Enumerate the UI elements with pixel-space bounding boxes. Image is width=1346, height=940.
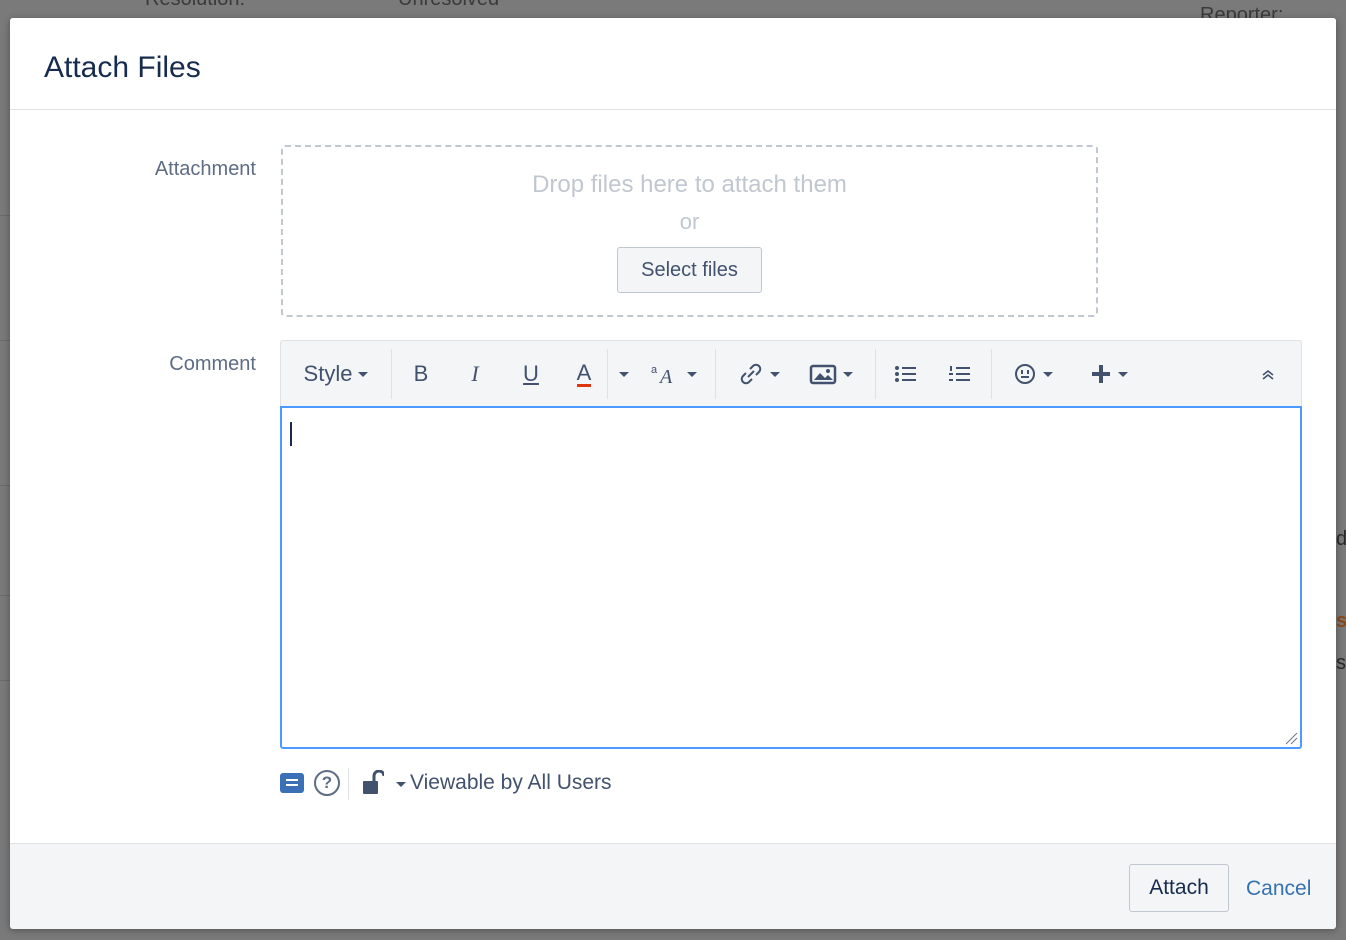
dialog-footer: Attach Cancel (10, 843, 1336, 929)
insert-more-dropdown[interactable] (1081, 353, 1137, 395)
text-color-dropdown[interactable] (609, 353, 633, 395)
toolbar-divider (607, 349, 608, 399)
attach-button[interactable]: Attach (1129, 864, 1229, 912)
visibility-label[interactable]: Viewable by All Users (410, 771, 612, 795)
insert-more-icon (1092, 365, 1110, 383)
chevron-down-icon (687, 371, 697, 377)
text-color-icon: A (576, 359, 592, 387)
chevron-down-icon (1043, 371, 1053, 377)
attachment-label: Attachment (154, 158, 256, 180)
underline-icon: U (523, 361, 539, 386)
chevron-down-icon[interactable] (396, 782, 406, 787)
footer-divider (348, 768, 349, 800)
underline-button[interactable]: U (515, 353, 547, 395)
svg-text:a: a (651, 364, 658, 376)
file-dropzone[interactable]: Drop files here to attach them or Select… (281, 145, 1098, 317)
wiki-markup-icon[interactable] (280, 773, 304, 793)
toolbar-divider (991, 349, 992, 399)
toolbar-divider (391, 349, 392, 399)
bullet-list-button[interactable] (889, 353, 923, 395)
background-text-fragment: s (1336, 652, 1346, 674)
image-icon (809, 364, 837, 385)
emoticon-icon (1015, 364, 1035, 384)
comment-label: Comment (169, 353, 256, 375)
or-text: or (679, 209, 700, 234)
collapse-icon (1262, 369, 1274, 380)
background-divider (0, 680, 10, 681)
unlock-icon[interactable] (362, 770, 384, 796)
comment-editor: Style B I U A a A (280, 340, 1302, 750)
background-divider (0, 215, 10, 216)
bold-icon: B (413, 361, 429, 386)
text-effects-icon: a A (651, 364, 673, 386)
image-dropdown[interactable] (801, 353, 861, 395)
bullet-list-icon (895, 366, 916, 382)
toolbar-divider (715, 349, 716, 399)
dialog-title: Attach Files (44, 51, 201, 84)
background-text-fragment: s (1336, 610, 1346, 632)
toolbar-divider (875, 349, 876, 399)
style-dropdown-label: Style (303, 361, 353, 386)
help-icon[interactable]: ? (314, 770, 340, 796)
chevron-down-icon (619, 371, 629, 377)
chevron-down-icon (1118, 371, 1128, 377)
emoticon-dropdown[interactable] (1005, 353, 1061, 395)
attach-files-dialog: Attach Files Attachment Drop files here … (10, 18, 1336, 929)
link-icon (740, 363, 762, 385)
bold-button[interactable]: B (405, 353, 437, 395)
select-files-button[interactable]: Select files (617, 247, 762, 293)
chevron-down-icon (770, 371, 780, 377)
drop-files-text: Drop files here to attach them (532, 171, 847, 198)
numbered-list-button[interactable] (943, 353, 977, 395)
resolution-value: Unresolved (398, 0, 499, 11)
collapse-toolbar-button[interactable] (1251, 353, 1285, 395)
style-dropdown[interactable]: Style (295, 353, 377, 395)
background-divider (0, 485, 10, 486)
italic-button[interactable]: I (459, 353, 491, 395)
text-effects-dropdown[interactable]: a A (643, 353, 705, 395)
text-color-button[interactable]: A (569, 353, 599, 395)
text-cursor (290, 422, 292, 446)
dialog-header: Attach Files (10, 18, 1336, 110)
numbered-list-icon (949, 366, 970, 381)
editor-toolbar: Style B I U A a A (280, 340, 1302, 407)
background-divider (0, 595, 10, 596)
background-divider (0, 340, 10, 341)
svg-text:A: A (658, 366, 673, 386)
link-dropdown[interactable] (729, 353, 789, 395)
comment-textarea[interactable] (280, 406, 1302, 749)
resize-handle-icon[interactable] (1284, 731, 1298, 745)
cancel-link[interactable]: Cancel (1246, 877, 1311, 901)
background-text-fragment: d (1336, 528, 1346, 550)
chevron-down-icon (843, 371, 853, 377)
italic-icon: I (471, 361, 479, 386)
chevron-down-icon (358, 371, 369, 377)
resolution-label: Resolution: (145, 0, 245, 11)
